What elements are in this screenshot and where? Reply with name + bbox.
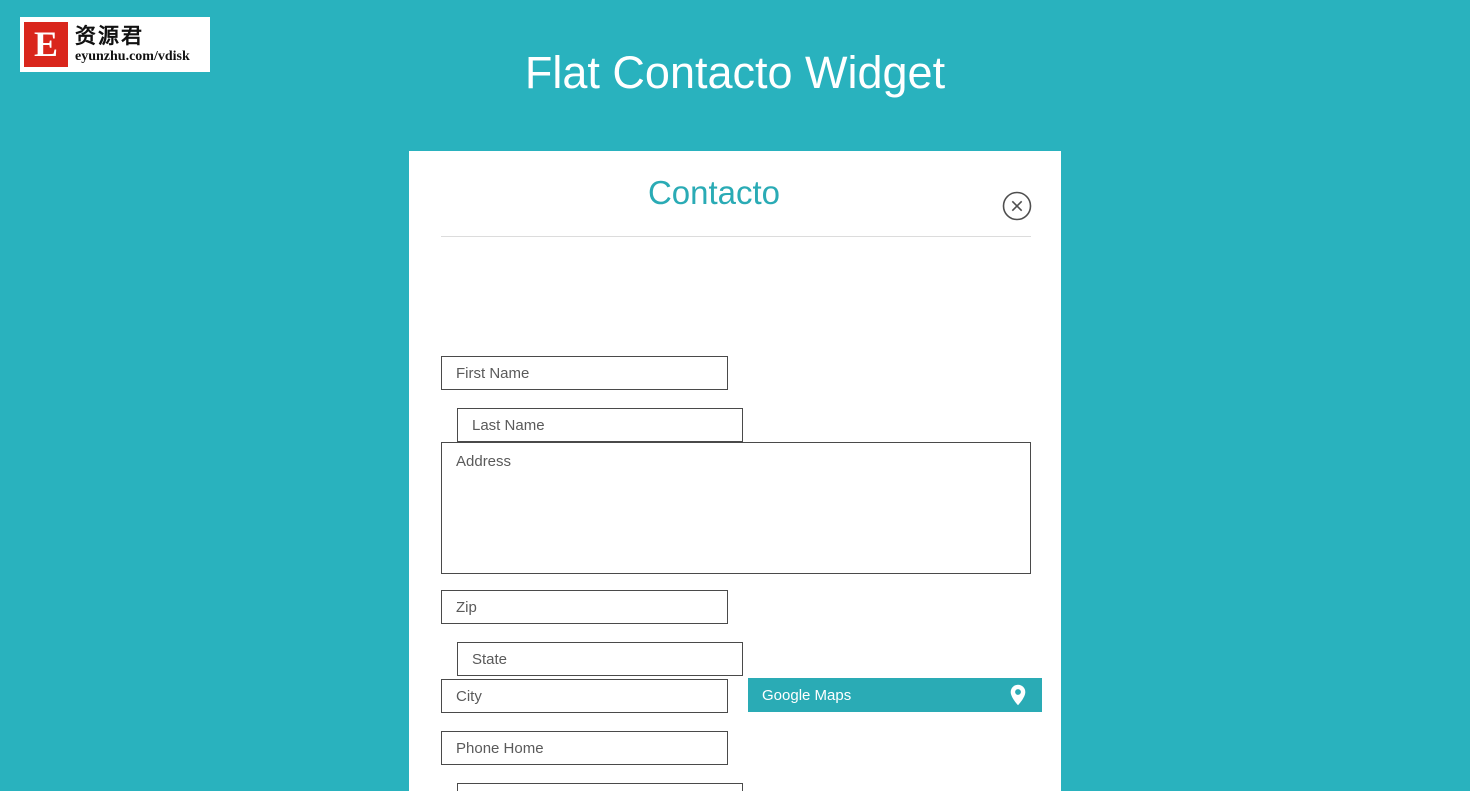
phone-home-input[interactable]	[441, 731, 728, 765]
close-circle-icon	[1002, 191, 1032, 221]
zip-input[interactable]	[441, 590, 728, 624]
close-button[interactable]	[1002, 191, 1032, 221]
first-name-input[interactable]	[441, 356, 728, 390]
phone-company-input[interactable]	[457, 783, 743, 791]
contacto-widget-card: Contacto Google Maps	[409, 151, 1061, 791]
city-input[interactable]	[441, 679, 728, 713]
address-textarea[interactable]	[441, 442, 1031, 574]
last-name-input[interactable]	[457, 408, 743, 442]
card-title: Contacto	[647, 174, 781, 211]
state-input[interactable]	[457, 642, 743, 676]
header-divider	[441, 236, 1031, 237]
page-title: Flat Contacto Widget	[524, 47, 946, 98]
google-maps-button[interactable]: Google Maps	[748, 678, 1042, 712]
card-header: Contacto	[409, 151, 1061, 237]
google-maps-label: Google Maps	[762, 686, 852, 704]
map-pin-icon	[1010, 684, 1026, 706]
logo-chinese-text: 资源君	[75, 23, 144, 48]
